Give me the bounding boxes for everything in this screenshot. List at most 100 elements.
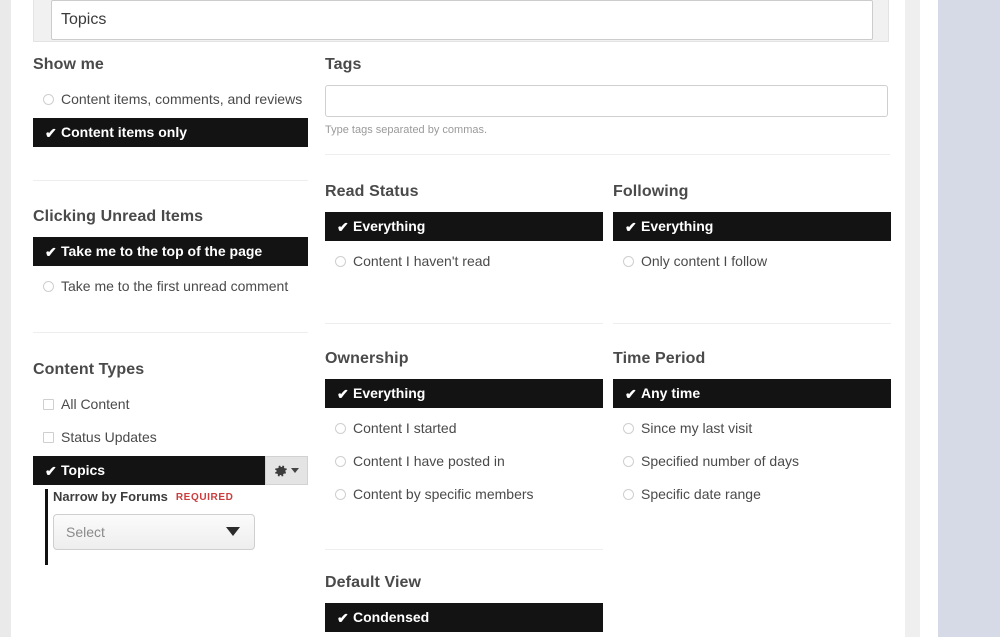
topics-settings-button[interactable]	[265, 456, 308, 485]
option-label: Content items, comments, and reviews	[61, 91, 303, 107]
narrow-by-forums-text: Narrow by Forums	[53, 489, 168, 504]
option-ownership-everything[interactable]: ✔ Everything	[325, 379, 603, 408]
option-label: Content I started	[353, 420, 457, 436]
radio-icon	[335, 455, 347, 468]
chevron-down-icon	[226, 527, 240, 536]
forums-select-value: Select	[66, 524, 105, 540]
section-time-period: Time Period ✔ Any time Since my last vis…	[613, 349, 891, 513]
section-title-default-view: Default View	[325, 574, 422, 591]
divider-following	[613, 323, 891, 324]
section-clicking-unread-items: Clicking Unread Items ✔ Take me to the t…	[33, 207, 308, 305]
option-topics[interactable]: ✔ Topics	[33, 456, 265, 485]
topics-input[interactable]	[51, 0, 873, 40]
option-label: Specified number of days	[641, 453, 799, 469]
section-tags: Tags Type tags separated by commas.	[325, 55, 890, 182]
option-label: Topics	[61, 462, 106, 478]
option-label: All Content	[61, 396, 130, 412]
check-icon: ✔	[625, 218, 637, 235]
option-since-my-last-visit[interactable]: Since my last visit	[613, 414, 891, 443]
radio-icon	[623, 255, 635, 268]
radio-icon	[623, 422, 635, 435]
tags-input[interactable]	[325, 85, 888, 117]
section-title-read-status: Read Status	[325, 183, 419, 200]
divider-clicking-unread-items	[33, 332, 308, 333]
check-icon: ✔	[337, 218, 349, 235]
section-title-tags: Tags	[325, 56, 362, 73]
option-content-items-comments-reviews[interactable]: Content items, comments, and reviews	[33, 85, 308, 114]
required-badge: REQUIRED	[175, 492, 234, 503]
option-content-items-only[interactable]: ✔ Content items only	[33, 118, 308, 147]
section-ownership: Ownership ✔ Everything Content I started…	[325, 349, 603, 513]
tags-hint: Type tags separated by commas.	[325, 124, 488, 136]
section-title-ownership: Ownership	[325, 350, 409, 367]
radio-icon	[43, 280, 55, 293]
option-label: Status Updates	[61, 429, 157, 445]
option-take-me-to-top-of-page[interactable]: ✔ Take me to the top of the page	[33, 237, 308, 266]
section-show-me: Show me Content items, comments, and rev…	[33, 55, 308, 153]
left-page-gutter	[0, 0, 11, 637]
option-take-me-to-first-unread-comment[interactable]: Take me to the first unread comment	[33, 272, 308, 301]
row-read-status-following: Read Status ✔ Everything Content I haven…	[325, 182, 891, 336]
option-label: Everything	[353, 385, 426, 401]
option-content-i-have-posted-in[interactable]: Content I have posted in	[325, 447, 603, 476]
divider-ownership	[325, 549, 603, 550]
content-type-topics-row: ✔ Topics	[33, 456, 308, 485]
radio-icon	[335, 422, 347, 435]
check-icon: ✔	[45, 243, 57, 260]
checkbox-icon	[43, 398, 55, 411]
browser-backdrop	[938, 0, 1000, 637]
option-label: Since my last visit	[641, 420, 753, 436]
section-default-view: Default View ✔ Condensed Expanded	[325, 573, 603, 637]
option-condensed[interactable]: ✔ Condensed	[325, 603, 603, 632]
section-title-following: Following	[613, 183, 689, 200]
divider-tags	[325, 154, 890, 155]
option-status-updates[interactable]: Status Updates	[33, 423, 308, 452]
divider-read-status	[325, 323, 603, 324]
option-content-i-havent-read[interactable]: Content I haven't read	[325, 247, 603, 276]
option-any-time[interactable]: ✔ Any time	[613, 379, 891, 408]
section-content-types: Content Types All Content Status Updates…	[33, 360, 308, 565]
option-label: Content items only	[61, 124, 188, 140]
option-content-i-started[interactable]: Content I started	[325, 414, 603, 443]
radio-icon	[335, 255, 347, 268]
check-icon: ✔	[337, 385, 349, 402]
option-specified-number-of-days[interactable]: Specified number of days	[613, 447, 891, 476]
option-all-content[interactable]: All Content	[33, 390, 308, 419]
chevron-down-icon	[291, 468, 299, 473]
topics-panel	[33, 0, 889, 42]
narrow-by-forums-label: Narrow by Forums REQUIRED	[53, 489, 308, 506]
option-only-content-i-follow[interactable]: Only content I follow	[613, 247, 891, 276]
option-label: Content I have posted in	[353, 453, 505, 469]
option-content-by-specific-members[interactable]: Content by specific members	[325, 480, 603, 509]
option-label: Condensed	[353, 609, 430, 625]
option-label: Any time	[641, 385, 701, 401]
radio-icon	[623, 455, 635, 468]
radio-icon	[335, 488, 347, 501]
radio-icon	[43, 93, 55, 106]
filter-preferences-page: Show me Content items, comments, and rev…	[0, 0, 1000, 637]
option-label: Specific date range	[641, 486, 761, 502]
option-following-everything[interactable]: ✔ Everything	[613, 212, 891, 241]
option-label: Take me to the top of the page	[61, 243, 263, 259]
option-read-status-everything[interactable]: ✔ Everything	[325, 212, 603, 241]
option-label: Content I haven't read	[353, 253, 491, 269]
check-icon: ✔	[45, 124, 57, 141]
row-ownership-time-period: Ownership ✔ Everything Content I started…	[325, 349, 891, 571]
narrow-by-forums-group: Narrow by Forums REQUIRED Select	[33, 489, 308, 565]
gear-icon	[274, 464, 288, 478]
check-icon: ✔	[625, 385, 637, 402]
divider-show-me	[33, 180, 308, 181]
option-label: Content by specific members	[353, 486, 534, 502]
option-label: Everything	[641, 218, 714, 234]
radio-icon	[623, 488, 635, 501]
right-settings-column: Tags Type tags separated by commas. Read…	[325, 55, 891, 637]
checkbox-icon	[43, 431, 55, 444]
right-page-gutter	[905, 0, 920, 637]
option-specific-date-range[interactable]: Specific date range	[613, 480, 891, 509]
check-icon: ✔	[337, 609, 349, 626]
option-label: Take me to the first unread comment	[61, 278, 289, 294]
section-title-clicking-unread-items: Clicking Unread Items	[33, 208, 204, 225]
forums-select[interactable]: Select	[53, 514, 255, 550]
check-icon: ✔	[45, 462, 57, 479]
section-read-status: Read Status ✔ Everything Content I haven…	[325, 182, 603, 280]
